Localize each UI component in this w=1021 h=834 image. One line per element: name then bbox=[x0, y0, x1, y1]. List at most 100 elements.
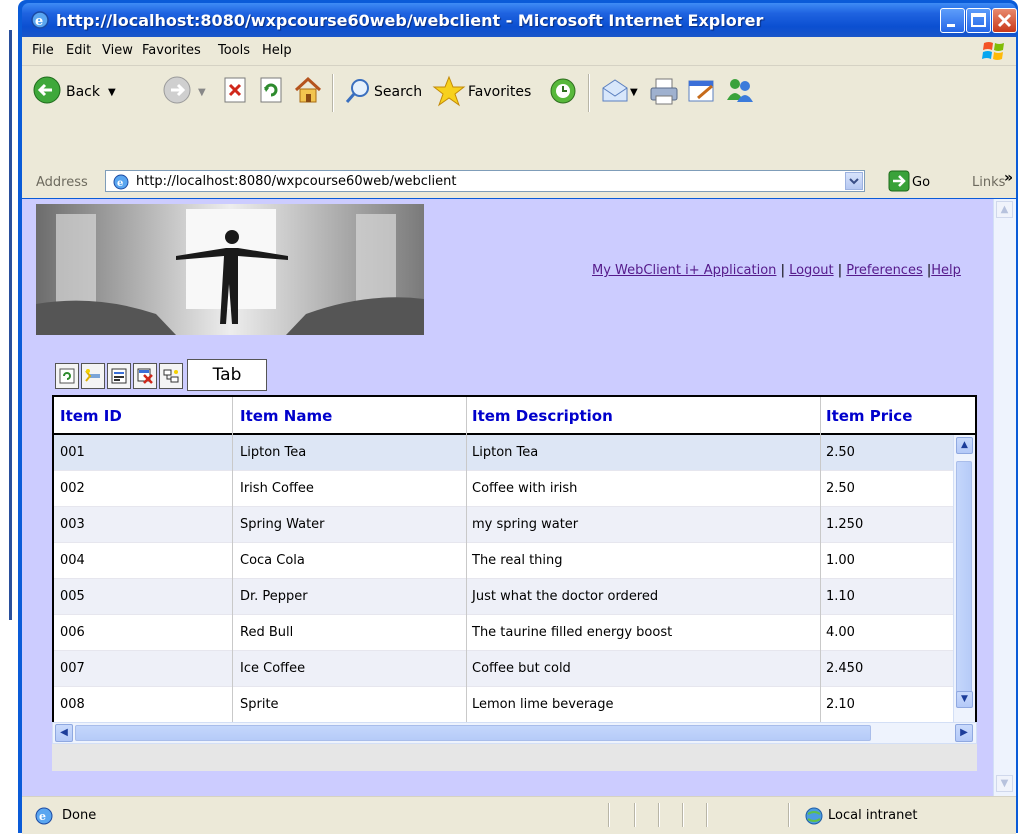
table-row[interactable]: 001 Lipton Tea Lipton Tea 2.50 bbox=[54, 435, 953, 471]
print-icon bbox=[650, 78, 678, 105]
cell-item-name: Ice Coffee bbox=[240, 661, 306, 676]
cell-item-price: 1.250 bbox=[826, 517, 864, 532]
logout-link[interactable]: Logout bbox=[789, 263, 834, 278]
favorites-label[interactable]: Favorites bbox=[468, 84, 531, 100]
new-row-icon bbox=[85, 369, 100, 382]
page-scroll-up-icon[interactable]: ▲ bbox=[996, 201, 1013, 218]
cell-item-price: 1.00 bbox=[826, 553, 855, 568]
address-dropdown-button[interactable] bbox=[845, 172, 863, 190]
search-label[interactable]: Search bbox=[374, 84, 422, 100]
refresh-grid-button[interactable] bbox=[55, 363, 79, 389]
menu-help[interactable]: Help bbox=[262, 43, 292, 58]
columns-button[interactable] bbox=[159, 363, 183, 389]
app-link[interactable]: My WebClient i+ Application bbox=[592, 263, 776, 278]
minimize-icon bbox=[947, 24, 955, 27]
new-row-button[interactable] bbox=[81, 363, 105, 389]
menu-favorites[interactable]: Favorites bbox=[142, 43, 201, 58]
history-button[interactable] bbox=[548, 76, 578, 110]
table-row[interactable]: 006 Red Bull The taurine filled energy boo… bbox=[54, 615, 953, 651]
cell-item-description: The real thing bbox=[472, 553, 563, 568]
column-header-item-name[interactable]: Item Name bbox=[240, 407, 332, 425]
scroll-up-arrow-icon[interactable]: ▲ bbox=[956, 437, 973, 454]
column-header-item-price[interactable]: Item Price bbox=[826, 407, 912, 425]
link-separator: | bbox=[833, 263, 847, 278]
tab-button[interactable]: Tab bbox=[187, 359, 267, 391]
preferences-link[interactable]: Preferences bbox=[846, 263, 922, 278]
link-separator: | bbox=[776, 263, 790, 278]
menu-file[interactable]: File bbox=[32, 43, 54, 58]
scroll-left-arrow-icon[interactable]: ◀ bbox=[55, 724, 73, 742]
search-icon bbox=[345, 79, 369, 103]
forward-button[interactable] bbox=[162, 75, 192, 109]
edit-button[interactable] bbox=[686, 76, 718, 110]
banner-image bbox=[36, 204, 424, 335]
table-row[interactable]: 008 Sprite Lemon lime beverage 2.10 bbox=[54, 687, 953, 723]
table-row[interactable]: 005 Dr. Pepper Just what the doctor ordere… bbox=[54, 579, 953, 615]
go-label: Go bbox=[912, 175, 931, 190]
column-header-item-id[interactable]: Item ID bbox=[60, 407, 122, 425]
delete-row-icon bbox=[137, 368, 153, 384]
menu-tools[interactable]: Tools bbox=[218, 43, 250, 58]
cell-item-name: Red Bull bbox=[240, 625, 294, 640]
refresh-icon bbox=[260, 77, 282, 103]
ie-logo-icon: e bbox=[31, 11, 49, 29]
cell-item-description: Lipton Tea bbox=[472, 445, 539, 460]
favorites-star-icon bbox=[432, 75, 466, 107]
window-title: http://localhost:8080/wxpcourse60web/web… bbox=[56, 11, 764, 30]
cell-item-description: Coffee but cold bbox=[472, 661, 571, 676]
mail-dropdown-icon[interactable]: ▼ bbox=[630, 87, 638, 98]
title-bar[interactable]: e http://localhost:8080/wxpcourse60web/w… bbox=[22, 3, 1017, 37]
grid-scroll-thumb[interactable] bbox=[956, 461, 972, 705]
security-zone: Local intranet bbox=[828, 808, 918, 823]
cell-item-id: 002 bbox=[60, 481, 85, 496]
home-button[interactable] bbox=[292, 74, 324, 110]
back-dropdown-icon[interactable]: ▼ bbox=[108, 87, 116, 98]
go-button[interactable]: Go bbox=[888, 170, 930, 196]
page-vertical-scrollbar[interactable]: ▲ ▼ bbox=[993, 199, 1016, 796]
table-row[interactable]: 002 Irish Coffee Coffee with irish 2.50 bbox=[54, 471, 953, 507]
links-chevron-icon[interactable]: » bbox=[1004, 170, 1013, 186]
grid-vertical-scrollbar[interactable]: ▲ ▼ bbox=[953, 435, 975, 732]
edit-row-button[interactable] bbox=[107, 363, 131, 389]
help-link[interactable]: Help bbox=[931, 263, 961, 278]
cell-item-description: my spring water bbox=[472, 517, 579, 532]
table-row[interactable]: 004 Coca Cola The real thing 1.00 bbox=[54, 543, 953, 579]
grid-horizontal-scrollbar[interactable]: ◀ ▶ bbox=[52, 722, 977, 744]
address-input[interactable]: e http://localhost:8080/wxpcourse60web/w… bbox=[105, 170, 865, 192]
page-icon: e bbox=[113, 174, 129, 190]
scroll-down-arrow-icon[interactable]: ▼ bbox=[956, 691, 973, 708]
stop-button[interactable] bbox=[222, 76, 250, 108]
back-button[interactable] bbox=[32, 75, 62, 109]
minimize-button[interactable] bbox=[940, 8, 965, 33]
refresh-button[interactable] bbox=[258, 76, 286, 108]
cell-item-id: 004 bbox=[60, 553, 85, 568]
grid-hscroll-thumb[interactable] bbox=[75, 725, 871, 741]
links-label[interactable]: Links bbox=[972, 175, 1005, 190]
page-scroll-down-icon[interactable]: ▼ bbox=[996, 775, 1013, 792]
svg-text:e: e bbox=[35, 14, 43, 29]
menu-view[interactable]: View bbox=[102, 43, 133, 58]
mail-button[interactable] bbox=[600, 76, 630, 110]
favorites-button[interactable] bbox=[432, 74, 466, 112]
cell-item-id: 008 bbox=[60, 697, 85, 712]
status-text: Done bbox=[62, 808, 97, 823]
messenger-button[interactable] bbox=[724, 74, 756, 110]
search-button[interactable] bbox=[344, 76, 372, 110]
delete-row-button[interactable] bbox=[133, 363, 157, 389]
address-bar: Address e http://localhost:8080/wxpcours… bbox=[22, 166, 1016, 198]
stop-icon bbox=[224, 77, 246, 103]
cell-item-name: Dr. Pepper bbox=[240, 589, 308, 604]
menu-edit[interactable]: Edit bbox=[66, 43, 91, 58]
table-row[interactable]: 003 Spring Water my spring water 1.250 bbox=[54, 507, 953, 543]
close-button[interactable] bbox=[992, 8, 1017, 33]
form-icon bbox=[111, 368, 127, 384]
table-row[interactable]: 007 Ice Coffee Coffee but cold 2.450 bbox=[54, 651, 953, 687]
maximize-button[interactable] bbox=[966, 8, 991, 33]
scroll-right-arrow-icon[interactable]: ▶ bbox=[955, 724, 973, 742]
back-label[interactable]: Back bbox=[66, 84, 100, 100]
address-label: Address bbox=[36, 175, 88, 190]
column-header-item-description[interactable]: Item Description bbox=[472, 407, 613, 425]
forward-dropdown-icon[interactable]: ▼ bbox=[198, 87, 206, 98]
cell-item-description: The taurine filled energy boost bbox=[472, 625, 673, 640]
print-button[interactable] bbox=[648, 76, 680, 110]
